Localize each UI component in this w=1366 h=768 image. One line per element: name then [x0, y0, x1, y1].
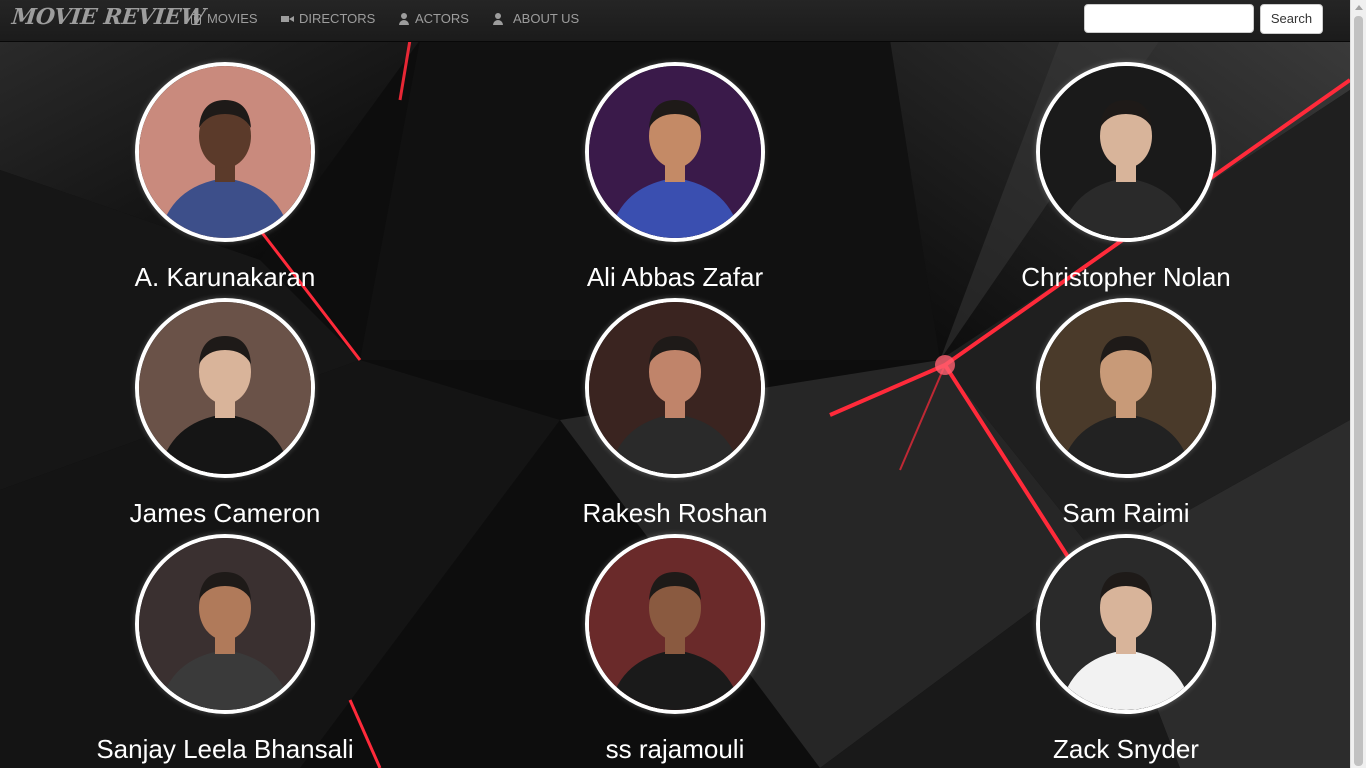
nav-about-us-label: ABOUT US	[513, 11, 580, 26]
director-card[interactable]: A. Karunakaran	[75, 62, 375, 293]
nav-movies-label: MOVIES	[207, 11, 258, 26]
nav-about-us[interactable]: ABOUT US	[491, 11, 579, 26]
portrait-image	[1040, 66, 1212, 238]
brand-logo[interactable]: MOVIE REVIEW	[11, 4, 207, 30]
director-card[interactable]: ss rajamouli	[525, 534, 825, 765]
user-icon	[397, 12, 411, 26]
director-card[interactable]: Sam Raimi	[976, 298, 1276, 529]
scroll-up-arrow-icon[interactable]	[1355, 5, 1363, 10]
director-card[interactable]: Christopher Nolan	[976, 62, 1276, 293]
portrait-image	[589, 302, 761, 474]
nav-actors-label: ACTORS	[415, 11, 469, 26]
nav-directors[interactable]: DIRECTORS	[281, 11, 375, 26]
director-name[interactable]: Ali Abbas Zafar	[525, 262, 825, 293]
director-photo[interactable]	[1036, 62, 1216, 242]
director-name[interactable]: Zack Snyder	[976, 734, 1276, 765]
portrait-image	[1040, 302, 1212, 474]
portrait-image	[589, 538, 761, 710]
search-input[interactable]	[1084, 4, 1254, 33]
film-icon	[189, 12, 203, 26]
scrollbar[interactable]	[1350, 0, 1366, 768]
director-name[interactable]: Rakesh Roshan	[525, 498, 825, 529]
portrait-image	[139, 538, 311, 710]
nav-movies[interactable]: MOVIES	[189, 11, 258, 26]
video-camera-icon	[281, 12, 295, 26]
director-card[interactable]: Rakesh Roshan	[525, 298, 825, 529]
portrait-image	[589, 66, 761, 238]
director-photo[interactable]	[585, 62, 765, 242]
director-photo[interactable]	[135, 298, 315, 478]
director-card[interactable]: James Cameron	[75, 298, 375, 529]
scrollbar-thumb[interactable]	[1354, 16, 1363, 766]
director-name[interactable]: James Cameron	[75, 498, 375, 529]
director-card[interactable]: Zack Snyder	[976, 534, 1276, 765]
user-icon	[491, 12, 505, 26]
director-photo[interactable]	[135, 534, 315, 714]
search-button[interactable]: Search	[1260, 4, 1323, 34]
director-photo[interactable]	[585, 534, 765, 714]
portrait-image	[139, 302, 311, 474]
director-name[interactable]: A. Karunakaran	[75, 262, 375, 293]
director-photo[interactable]	[135, 62, 315, 242]
director-name[interactable]: Christopher Nolan	[976, 262, 1276, 293]
nav-directors-label: DIRECTORS	[299, 11, 376, 26]
nav-actors[interactable]: ACTORS	[397, 11, 469, 26]
director-photo[interactable]	[1036, 298, 1216, 478]
director-name[interactable]: ss rajamouli	[525, 734, 825, 765]
portrait-image	[139, 66, 311, 238]
director-photo[interactable]	[1036, 534, 1216, 714]
portrait-image	[1040, 538, 1212, 710]
director-photo[interactable]	[585, 298, 765, 478]
director-name[interactable]: Sanjay Leela Bhansali	[75, 734, 375, 765]
navbar: MOVIE REVIEW MOVIES DIRECTORS ACTORS ABO…	[0, 0, 1350, 42]
director-name[interactable]: Sam Raimi	[976, 498, 1276, 529]
director-card[interactable]: Sanjay Leela Bhansali	[75, 534, 375, 765]
director-card[interactable]: Ali Abbas Zafar	[525, 62, 825, 293]
